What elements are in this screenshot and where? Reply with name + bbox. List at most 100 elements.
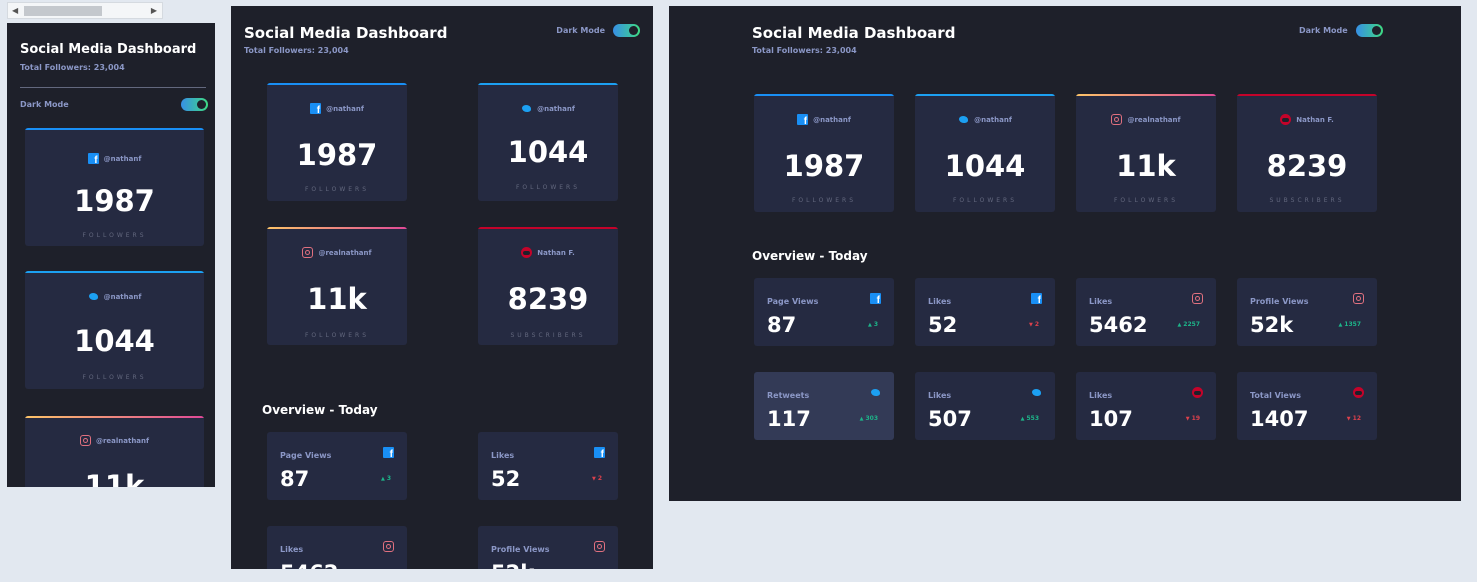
scroll-left-arrow-icon[interactable]: ◀ <box>12 6 18 15</box>
scrollbar-thumb[interactable] <box>24 6 102 16</box>
twitter-icon <box>88 291 99 302</box>
arrow-down-icon: ▼ <box>1028 322 1033 328</box>
instagram-icon <box>383 541 394 552</box>
overview-value: 117 <box>767 407 811 431</box>
twitter-followers-card[interactable]: @nathanf 1044 FOLLOWERS <box>25 271 204 389</box>
overview-change: ▼ 2 <box>592 475 602 482</box>
horizontal-scrollbar[interactable]: ◀ ▶ <box>7 2 163 19</box>
dark-mode-label: Dark Mode <box>556 26 605 35</box>
overview-title: Overview - Today <box>752 249 868 263</box>
overview-card[interactable]: Retweets 117 ▲ 303 <box>754 372 894 440</box>
follower-count: 1044 <box>507 135 589 169</box>
facebook-icon <box>797 114 809 127</box>
overview-card[interactable]: Likes 5462 ▲2257 <box>1076 278 1216 346</box>
total-followers: Total Followers: 23,004 <box>244 46 349 55</box>
overview-change: ▲ 3 <box>381 475 391 482</box>
follower-label: FOLLOWERS <box>82 374 147 381</box>
follower-label: SUBSCRIBERS <box>1269 197 1345 204</box>
card-accent-bar <box>25 271 204 273</box>
overview-card[interactable]: Likes 5462 ▲2257 <box>267 526 407 569</box>
facebook-icon <box>1031 293 1042 306</box>
overview-label: Likes <box>491 451 515 460</box>
change-value: 12 <box>1352 415 1361 422</box>
follower-count: 11k <box>84 469 145 487</box>
youtube-followers-card[interactable]: Nathan F. 8239 SUBSCRIBERS <box>1237 94 1377 212</box>
twitter-icon <box>1031 387 1042 398</box>
overview-card[interactable]: Likes 52 ▼2 <box>478 432 618 500</box>
handle-text: @realnathanf <box>1127 115 1181 124</box>
follower-count: 11k <box>1116 149 1176 183</box>
overview-change: ▲ 2257 <box>1177 321 1200 328</box>
card-handle: @realnathanf <box>1076 114 1216 125</box>
change-value: 2 <box>597 475 602 482</box>
instagram-icon <box>1111 114 1123 125</box>
follower-label: FOLLOWERS <box>515 184 581 191</box>
twitter-followers-card[interactable]: @nathanf 1044 FOLLOWERS <box>915 94 1055 212</box>
card-accent-bar <box>478 227 618 229</box>
twitter-followers-card[interactable]: @nathanf 1044 FOLLOWERS <box>478 83 618 201</box>
instagram-followers-card[interactable]: @realnathanf 11k FOLLOWERS <box>25 416 204 487</box>
overview-value: 52 <box>928 313 958 337</box>
dark-mode-toggle[interactable] <box>613 24 640 37</box>
mobile-preview: Social Media Dashboard Total Followers: … <box>7 23 215 487</box>
follower-label: FOLLOWERS <box>304 186 370 193</box>
overview-value: 87 <box>280 467 310 491</box>
arrow-up-icon: ▲ <box>380 476 385 482</box>
youtube-icon <box>521 247 533 258</box>
overview-label: Page Views <box>280 451 332 460</box>
dark-mode-toggle[interactable] <box>181 98 208 111</box>
overview-change: ▲ 553 <box>1021 415 1039 422</box>
overview-card[interactable]: Profile Views 52k ▲1357 <box>478 526 618 569</box>
follower-label: FOLLOWERS <box>952 197 1018 204</box>
overview-card[interactable]: Page Views 87 ▲3 <box>754 278 894 346</box>
arrow-down-icon: ▼ <box>1346 416 1351 422</box>
change-value: 19 <box>1191 415 1200 422</box>
twitter-icon <box>521 103 532 114</box>
overview-value: 5462 <box>280 561 338 569</box>
overview-value: 52k <box>491 561 534 569</box>
page-title: Social Media Dashboard <box>20 42 197 57</box>
facebook-followers-card[interactable]: @nathanf 1987 FOLLOWERS <box>267 83 407 201</box>
change-value: 3 <box>873 321 878 328</box>
card-accent-bar <box>1076 94 1216 96</box>
follower-label: FOLLOWERS <box>304 332 370 339</box>
overview-card[interactable]: Page Views 87 ▲3 <box>267 432 407 500</box>
instagram-followers-card[interactable]: @realnathanf 11k FOLLOWERS <box>267 227 407 345</box>
change-value: 553 <box>1026 415 1039 422</box>
instagram-icon <box>594 541 605 552</box>
follower-count: 1044 <box>944 149 1026 183</box>
overview-change: ▲ 1357 <box>1338 321 1361 328</box>
scroll-right-arrow-icon[interactable]: ▶ <box>151 6 157 15</box>
overview-change: ▼ 12 <box>1347 415 1361 422</box>
overview-card[interactable]: Total Views 1407 ▼ 12 <box>1237 372 1377 440</box>
overview-card[interactable]: Likes 52 ▼2 <box>915 278 1055 346</box>
instagram-followers-card[interactable]: @realnathanf 11k FOLLOWERS <box>1076 94 1216 212</box>
divider <box>20 87 206 88</box>
facebook-followers-card[interactable]: @nathanf 1987 FOLLOWERS <box>25 128 204 246</box>
handle-text: @nathanf <box>103 154 142 163</box>
overview-card[interactable]: Profile Views 52k ▲1357 <box>1237 278 1377 346</box>
youtube-followers-card[interactable]: Nathan F. 8239 SUBSCRIBERS <box>478 227 618 345</box>
change-value: 1357 <box>1344 321 1361 328</box>
card-handle: Nathan F. <box>1237 114 1377 125</box>
follower-count: 1987 <box>783 149 865 183</box>
twitter-icon <box>870 387 881 398</box>
handle-text: @nathanf <box>537 104 575 113</box>
handle-text: @nathanf <box>103 292 142 301</box>
card-accent-bar <box>915 94 1055 96</box>
follower-count: 11k <box>307 282 367 316</box>
follower-label: FOLLOWERS <box>82 232 147 239</box>
card-handle: @realnathanf <box>25 435 204 446</box>
dark-mode-label: Dark Mode <box>20 100 69 109</box>
overview-value: 5462 <box>1089 313 1148 337</box>
overview-card[interactable]: Likes 107 ▼ 19 <box>1076 372 1216 440</box>
card-accent-bar <box>25 128 204 130</box>
card-handle: @nathanf <box>478 103 618 114</box>
arrow-up-icon: ▲ <box>859 416 864 422</box>
follower-count: 1044 <box>74 324 155 358</box>
overview-card[interactable]: Likes 507 ▲ 553 <box>915 372 1055 440</box>
arrow-up-icon: ▲ <box>1177 322 1182 328</box>
overview-title: Overview - Today <box>262 403 378 417</box>
facebook-followers-card[interactable]: @nathanf 1987 FOLLOWERS <box>754 94 894 212</box>
dark-mode-toggle[interactable] <box>1355 24 1383 37</box>
